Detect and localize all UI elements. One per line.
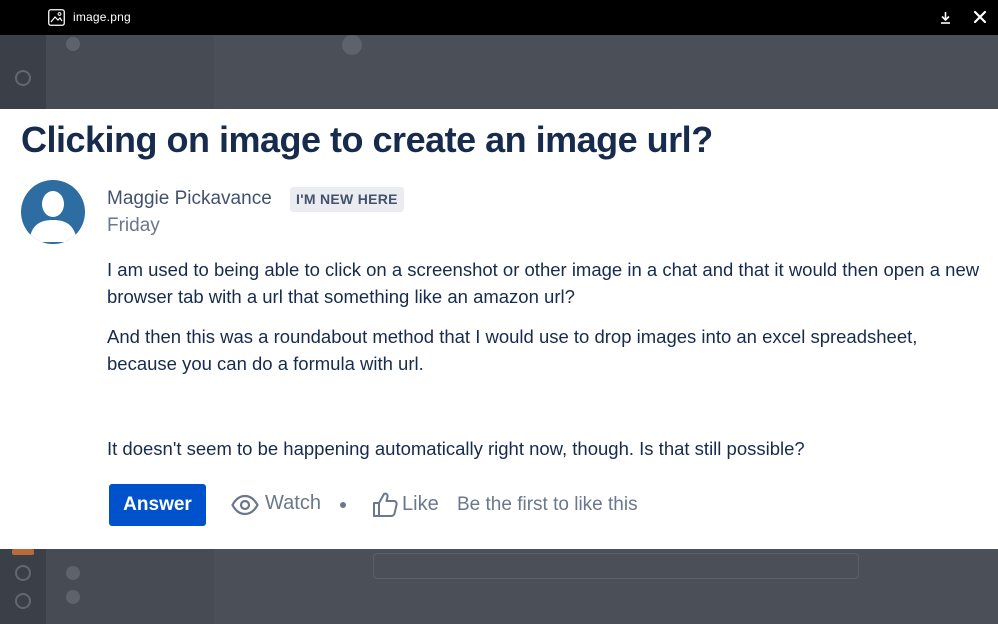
background-avatar [66,590,80,604]
watch-label: Watch [265,492,321,514]
post-date: Friday [107,215,160,236]
like-label: Like [402,493,439,515]
download-icon[interactable] [939,11,952,24]
separator-dot [340,502,346,508]
answer-button[interactable]: Answer [109,484,206,526]
post-card: Clicking on image to create an image url… [0,109,998,549]
background-settings-icon [15,565,31,581]
post-paragraph: And then this was a roundabout method th… [107,326,918,374]
background-marker [12,549,34,555]
image-file-icon [48,9,65,26]
background-search-icon [15,70,31,86]
close-icon[interactable] [973,10,987,24]
post-paragraph: I am used to being able to click on a sc… [107,259,980,307]
background-avatar [66,37,80,51]
background-help-icon [15,593,31,609]
background-avatar [342,35,362,55]
post-title: Clicking on image to create an image url… [21,119,713,160]
post-actions: Answer Watch Like Be the first to like t… [0,483,998,528]
background-message-box [373,553,859,579]
background-avatar [66,566,80,580]
like-count-info: Be the first to like this [457,494,638,515]
status-badge: I'M NEW HERE [290,187,404,212]
image-viewer-bar: image.png [0,0,998,35]
thumbs-up-icon [373,492,398,517]
eye-icon [231,494,259,516]
default-avatar-icon[interactable] [21,180,85,244]
post-paragraph: It doesn't seem to be happening automati… [107,438,805,459]
author-name[interactable]: Maggie Pickavance [107,188,272,210]
file-name: image.png [73,10,131,24]
